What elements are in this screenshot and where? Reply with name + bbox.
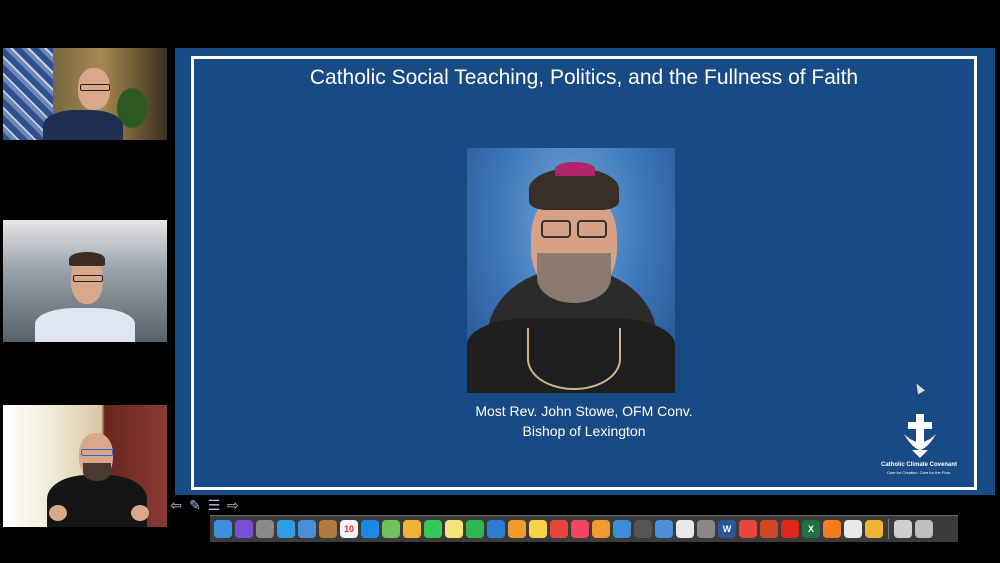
image-capture-icon[interactable] (697, 520, 715, 538)
slide-title: Catholic Social Teaching, Politics, and … (309, 66, 859, 89)
chrome-remote-icon[interactable] (655, 520, 673, 538)
news-icon[interactable] (550, 520, 568, 538)
books-icon[interactable] (592, 520, 610, 538)
pen-tool-button[interactable]: ✎ (187, 497, 203, 513)
firefox-icon[interactable] (823, 520, 841, 538)
scheduler-icon[interactable] (844, 520, 862, 538)
downloads-icon[interactable] (894, 520, 912, 538)
cross-dove-icon (904, 414, 936, 458)
calendar-icon[interactable]: 10 (340, 520, 358, 538)
word-icon[interactable]: W (718, 520, 736, 538)
portrait-caption-name: Most Rev. John Stowe, OFM Conv. (475, 403, 693, 419)
facetime-icon[interactable] (466, 520, 484, 538)
logo-name: Catholic Climate Covenant (880, 462, 957, 468)
portrait-caption-title: Bishop of Lexington (522, 423, 646, 439)
music-icon[interactable] (571, 520, 589, 538)
stickies-icon[interactable] (529, 520, 547, 538)
mail-icon[interactable] (298, 520, 316, 538)
catholic-climate-covenant-logo: Catholic Climate Covenant Care for Creat… (880, 412, 958, 478)
launchpad-icon[interactable] (256, 520, 274, 538)
finder-icon[interactable] (214, 520, 232, 538)
dock-separator (888, 519, 889, 539)
messages-icon[interactable] (424, 520, 442, 538)
dock: 10 W X (210, 515, 958, 542)
photos-icon[interactable] (403, 520, 421, 538)
participant-video-2[interactable] (3, 220, 167, 342)
participant-video-3[interactable] (3, 405, 167, 527)
maps-icon[interactable] (382, 520, 400, 538)
powerpoint-icon[interactable] (760, 520, 778, 538)
textedit-icon[interactable] (676, 520, 694, 538)
bishop-portrait (467, 148, 675, 393)
safari-icon[interactable] (277, 520, 295, 538)
previous-slide-button[interactable]: ⇦ (168, 497, 184, 513)
slideshow-controls: ⇦ ✎ ☰ ⇨ (168, 497, 241, 515)
screenshot-icon[interactable] (634, 520, 652, 538)
slide-menu-button[interactable]: ☰ (206, 497, 222, 513)
next-slide-button[interactable]: ⇨ (225, 497, 241, 513)
acrobat-icon[interactable] (781, 520, 799, 538)
chrome-icon[interactable] (739, 520, 757, 538)
notes-folder-icon[interactable] (319, 520, 337, 538)
preview-icon[interactable] (613, 520, 631, 538)
trash-icon[interactable] (915, 520, 933, 538)
pages-icon[interactable] (508, 520, 526, 538)
keynote-icon[interactable] (487, 520, 505, 538)
logo-tagline: Care for Creation. Care for the Poor. (886, 470, 952, 475)
notes-icon[interactable] (445, 520, 463, 538)
participant-video-1[interactable] (3, 48, 167, 140)
app-store-icon[interactable] (361, 520, 379, 538)
flower-icon[interactable] (865, 520, 883, 538)
siri-icon[interactable] (235, 520, 253, 538)
excel-icon[interactable]: X (802, 520, 820, 538)
